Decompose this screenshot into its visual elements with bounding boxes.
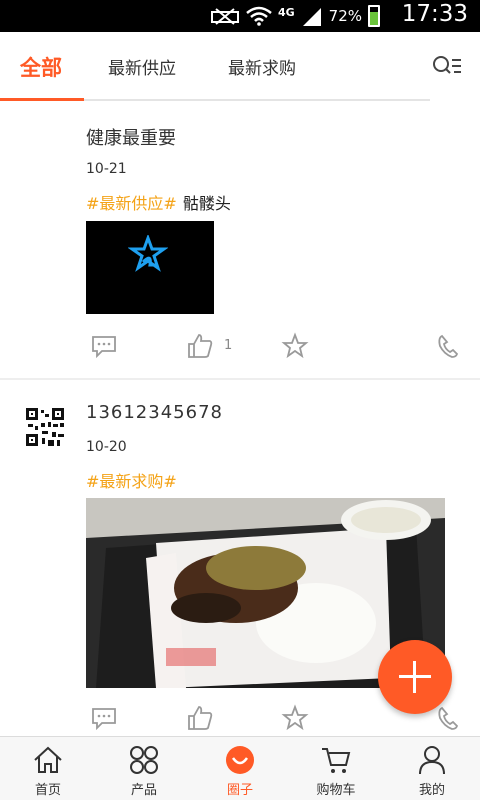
favorite-star-icon[interactable] xyxy=(281,332,309,360)
circle-smile-icon xyxy=(226,746,254,774)
comment-icon[interactable] xyxy=(90,704,118,732)
post-date: 10-20 xyxy=(86,439,127,455)
post-title: 13612345678 xyxy=(86,402,223,423)
post-date: 10-21 xyxy=(86,161,127,177)
nav-cart[interactable]: 购物车 xyxy=(288,737,384,800)
post-actions: 1 xyxy=(0,332,480,362)
bottom-nav: 首页 产品 圈子 购物车 我的 xyxy=(0,736,480,800)
active-tab-indicator xyxy=(0,98,84,101)
tab-all[interactable]: 全部 xyxy=(20,52,62,82)
cart-icon xyxy=(322,748,351,773)
status-bar: 4G 72% 17:33 xyxy=(0,0,480,32)
star-logo-icon xyxy=(128,235,168,272)
phone-icon[interactable] xyxy=(434,332,462,360)
post-tag[interactable]: #最新供应# xyxy=(86,194,177,213)
like-count: 1 xyxy=(224,338,233,353)
tab-latest-supply[interactable]: 最新供应 xyxy=(108,54,176,79)
nav-circle[interactable]: 圈子 xyxy=(192,737,288,800)
no-signal-icon xyxy=(210,8,239,25)
status-icons: 4G 72% xyxy=(210,4,380,28)
person-icon xyxy=(419,746,445,775)
nav-mine[interactable]: 我的 xyxy=(384,737,480,800)
phone-icon[interactable] xyxy=(434,704,462,732)
wifi-icon xyxy=(246,6,272,26)
tab-latest-purchase[interactable]: 最新求购 xyxy=(228,54,296,79)
post-tagline: #最新求购# xyxy=(86,468,183,492)
nav-home[interactable]: 首页 xyxy=(0,737,96,800)
like-icon[interactable] xyxy=(186,704,214,732)
tab-bar: 全部 最新供应 最新求购 xyxy=(0,32,480,102)
product-grid-icon xyxy=(130,746,158,774)
nav-mine-label: 我的 xyxy=(418,783,445,798)
post-tag[interactable]: #最新求购# xyxy=(86,472,177,491)
post-title: 健康最重要 xyxy=(86,128,176,149)
post-tagline: #最新供应# 骷髅头 xyxy=(86,190,231,214)
feed-post[interactable]: 健康最重要 10-21 #最新供应# 骷髅头 1 xyxy=(0,102,480,378)
signal-bars-icon xyxy=(302,8,321,26)
like-icon[interactable] xyxy=(186,332,214,360)
network-type: 4G xyxy=(277,5,295,19)
tab-divider xyxy=(84,99,430,101)
home-icon xyxy=(34,746,62,773)
add-post-button[interactable] xyxy=(378,640,452,714)
nav-circle-label: 圈子 xyxy=(226,783,253,798)
nav-home-label: 首页 xyxy=(34,783,61,798)
battery-percent: 72% xyxy=(328,7,362,25)
battery-icon xyxy=(368,5,380,27)
post-text: 骷髅头 xyxy=(182,194,231,213)
clock: 17:33 xyxy=(401,1,468,27)
post-image[interactable] xyxy=(86,221,214,314)
search-filter-icon[interactable] xyxy=(432,54,462,80)
comment-icon[interactable] xyxy=(90,332,118,360)
nav-products[interactable]: 产品 xyxy=(96,737,192,800)
nav-cart-label: 购物车 xyxy=(316,783,356,798)
favorite-star-icon[interactable] xyxy=(281,704,309,732)
qr-code-avatar[interactable] xyxy=(26,408,64,446)
nav-products-label: 产品 xyxy=(130,783,157,798)
